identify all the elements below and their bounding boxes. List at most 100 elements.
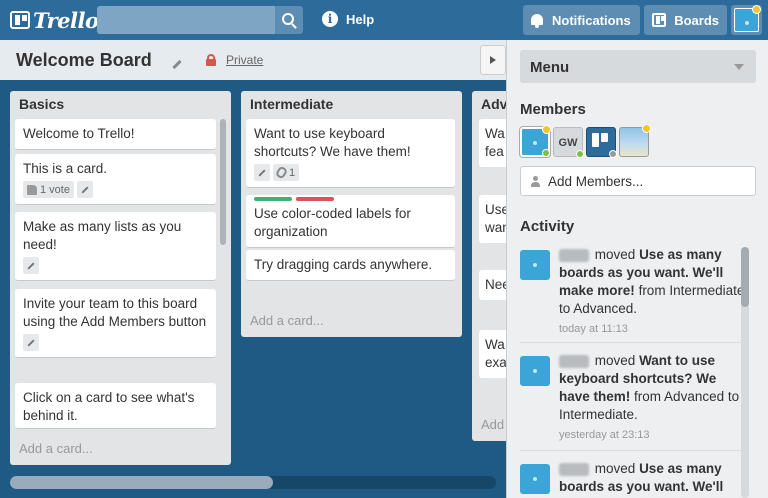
blurred-username <box>559 248 589 262</box>
pencil-icon <box>258 168 266 177</box>
search-button[interactable] <box>275 6 303 34</box>
board-sidebar: Menu Members GW Add Members... Activity … <box>506 40 768 498</box>
card-text: Click on a card to see what's behind it. <box>23 390 195 423</box>
card-text: This is a card. <box>23 161 108 176</box>
attachment-badge: 1 <box>273 164 300 181</box>
description-badge <box>23 257 39 274</box>
notifications-label: Notifications <box>552 12 631 28</box>
add-members-button[interactable]: Add Members... <box>520 166 756 196</box>
online-status-icon <box>609 150 617 158</box>
search-icon <box>282 13 294 25</box>
card[interactable]: Want to use keyboard shortcuts? We have … <box>246 119 455 188</box>
avatar[interactable] <box>520 250 550 280</box>
card[interactable]: Invite your team to this board using the… <box>15 289 216 358</box>
menu-title: Menu <box>530 59 570 76</box>
sidebar-scroll-thumb[interactable] <box>741 247 749 307</box>
activity-text: moved Use as many boards as you want. We… <box>559 246 745 338</box>
boards-button[interactable]: Boards <box>644 5 727 35</box>
list-scrollbar[interactable] <box>220 119 226 245</box>
board-title[interactable]: Welcome Board <box>16 50 152 71</box>
boards-icon <box>652 13 667 27</box>
trello-logo-icon <box>10 11 30 29</box>
person-icon <box>531 175 540 187</box>
member-avatar[interactable] <box>586 127 617 158</box>
add-card-link[interactable]: Add a card... <box>19 441 93 456</box>
bell-icon <box>531 13 543 28</box>
description-badge <box>23 334 39 351</box>
add-members-label: Add Members... <box>548 173 644 189</box>
show-sidebar-button[interactable] <box>480 45 506 75</box>
help-button[interactable]: i Help <box>322 11 374 27</box>
arrow-right-icon <box>490 56 496 64</box>
pencil-icon <box>27 338 35 347</box>
vote-count: 1 vote <box>40 183 70 196</box>
admin-crown-icon <box>752 5 761 14</box>
help-label: Help <box>346 11 375 27</box>
card-text: Invite your team to this board using the… <box>23 296 207 329</box>
vote-badge: 1 vote <box>23 181 74 198</box>
menu-header[interactable]: Menu <box>520 50 756 83</box>
activity-title: Activity <box>520 218 575 235</box>
chevron-down-icon <box>734 64 744 70</box>
card[interactable]: Use color-coded labels for organization <box>246 195 455 248</box>
pencil-icon <box>27 261 35 270</box>
notifications-button[interactable]: Notifications <box>523 5 640 35</box>
card[interactable]: Try dragging cards anywhere. <box>246 250 455 281</box>
blurred-username <box>559 354 589 368</box>
admin-crown-icon <box>642 124 651 133</box>
divider <box>520 342 742 343</box>
list-title[interactable]: Adv <box>481 96 507 112</box>
activity-time[interactable]: yesterday at 23:13 <box>559 426 745 444</box>
list-basics: Basics Welcome to Trello! This is a card… <box>10 91 231 465</box>
visibility-link[interactable]: Private <box>226 53 263 67</box>
card-text: Welcome to Trello! <box>23 126 135 141</box>
description-badge <box>76 181 93 198</box>
board-horizontal-scrollbar[interactable] <box>10 476 496 489</box>
attachment-count: 1 <box>289 166 296 179</box>
green-label <box>254 197 292 201</box>
red-label <box>296 197 334 201</box>
online-status-icon <box>576 150 584 158</box>
sidebar-scrollbar[interactable] <box>741 247 749 498</box>
add-card-link[interactable]: Add <box>481 417 504 432</box>
search-input[interactable] <box>97 6 275 34</box>
card-text: Want to use keyboard shortcuts? We have … <box>254 126 411 159</box>
card[interactable]: Welcome to Trello! <box>15 119 216 150</box>
activity-verb: moved <box>594 247 636 262</box>
avatar[interactable] <box>520 356 550 386</box>
member-avatar[interactable] <box>619 124 651 157</box>
list-title[interactable]: Intermediate <box>250 96 333 112</box>
activity-time[interactable]: today at 11:13 <box>559 320 745 338</box>
list-intermediate: Intermediate Want to use keyboard shortc… <box>241 91 462 337</box>
avatar[interactable] <box>520 464 550 494</box>
member-avatar[interactable]: GW <box>553 127 584 158</box>
member-initials: GW <box>558 137 578 149</box>
trello-logo[interactable]: Trello <box>10 7 99 33</box>
list-title[interactable]: Basics <box>19 96 64 112</box>
card-labels <box>254 197 447 201</box>
members-list: GW <box>520 124 652 158</box>
member-avatar[interactable] <box>520 125 551 157</box>
card[interactable]: Make as many lists as you need! <box>15 212 216 281</box>
activity-text: moved Want to use keyboard shortcuts? We… <box>559 352 745 444</box>
boards-label: Boards <box>674 12 719 28</box>
card[interactable]: This is a card. 1 vote <box>15 154 216 205</box>
horizontal-scroll-thumb[interactable] <box>10 476 273 489</box>
edit-title-pencil-icon[interactable] <box>172 54 183 70</box>
user-avatar-button[interactable] <box>731 5 762 35</box>
activity-text: moved Use as many boards as you want. We… <box>559 460 745 496</box>
add-card-link[interactable]: Add a card... <box>250 313 324 328</box>
description-badge <box>254 164 270 181</box>
card-text: Try dragging cards anywhere. <box>254 257 433 272</box>
card[interactable]: Click on a card to see what's behind it. <box>15 383 216 429</box>
pencil-icon <box>81 185 89 194</box>
admin-crown-icon <box>542 125 551 134</box>
info-icon: i <box>322 11 338 27</box>
online-status-icon <box>542 149 550 157</box>
divider <box>520 450 742 451</box>
top-header: Trello i Help Notifications Boards <box>0 0 768 40</box>
card-text: Make as many lists as you need! <box>23 219 182 252</box>
thumbs-up-icon <box>27 184 37 195</box>
members-title: Members <box>520 101 586 118</box>
activity-verb: moved <box>594 353 636 368</box>
